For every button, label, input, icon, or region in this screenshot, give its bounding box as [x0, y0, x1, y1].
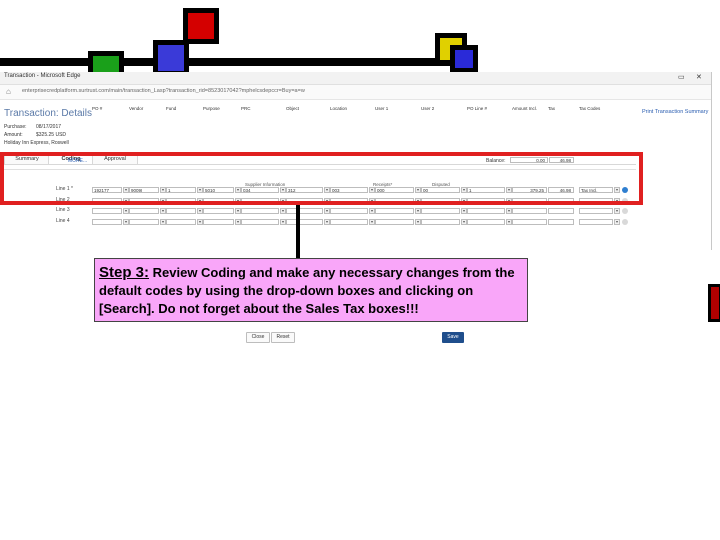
coding-field[interactable]: [548, 208, 574, 214]
radio-icon[interactable]: [622, 208, 628, 214]
coding-field[interactable]: [92, 219, 122, 225]
callout-step: Step 3:: [99, 264, 150, 281]
column-header: Purpose: [203, 106, 220, 111]
column-header: Amount Incl.: [512, 106, 538, 111]
instruction-callout: Step 3: Review Coding and make any neces…: [94, 258, 528, 322]
coding-field[interactable]: [286, 219, 323, 225]
lock-icon: ⌂: [6, 87, 11, 96]
coding-field[interactable]: [421, 208, 460, 214]
column-header: User 2: [421, 106, 435, 111]
purchase-meta: Purchase: 08/17/2017: [4, 124, 62, 130]
row-label: Line 4: [56, 218, 70, 224]
column-header: Vendor: [129, 106, 144, 111]
callout-body: Review Coding and make any necessary cha…: [99, 265, 515, 316]
column-header: PO #: [92, 106, 103, 111]
coding-field[interactable]: [375, 208, 414, 214]
column-header: Location: [330, 106, 348, 111]
decorative-square-blue: [153, 40, 189, 76]
radio-icon[interactable]: [622, 219, 628, 225]
coding-field[interactable]: [512, 208, 547, 214]
decorative-square-red: [183, 8, 219, 44]
coding-field[interactable]: [129, 219, 159, 225]
coding-field[interactable]: [579, 208, 613, 214]
save-button[interactable]: Save: [442, 332, 464, 343]
coding-highlight-box: [0, 152, 643, 205]
coding-field[interactable]: [421, 219, 460, 225]
dropdown-icon[interactable]: ▾: [614, 208, 620, 214]
coding-field[interactable]: [241, 219, 279, 225]
coding-field[interactable]: [330, 208, 368, 214]
decorative-square-darkred: [708, 284, 720, 322]
reset-button[interactable]: Reset: [271, 332, 295, 343]
window-title: Transaction - Microsoft Edge: [4, 73, 81, 79]
column-header: Tax Codes: [579, 106, 601, 111]
restore-icon[interactable]: ▭: [678, 73, 685, 81]
coding-field[interactable]: [286, 208, 323, 214]
coding-field[interactable]: [512, 219, 547, 225]
callout-connector: [296, 205, 300, 261]
dropdown-icon[interactable]: ▾: [614, 219, 620, 225]
title-bar: Transaction - Microsoft Edge ▭ ✕: [0, 72, 711, 85]
merchant-meta: Holiday Inn Express, Roswell: [4, 140, 69, 146]
coding-field[interactable]: [579, 219, 613, 225]
address-bar[interactable]: ⌂ enterprisecredplatform.surtrust.com/ma…: [0, 85, 711, 100]
coding-field[interactable]: [467, 208, 505, 214]
decorative-bar: [0, 58, 478, 66]
coding-field[interactable]: [241, 208, 279, 214]
column-header: User 1: [375, 106, 389, 111]
coding-field[interactable]: [203, 208, 234, 214]
coding-field[interactable]: [166, 219, 196, 225]
column-header: PO Line #: [467, 106, 488, 111]
coding-field[interactable]: [129, 208, 159, 214]
column-header: Tax: [548, 106, 556, 111]
column-header: PRC: [241, 106, 251, 111]
coding-field[interactable]: [548, 219, 574, 225]
print-summary-link[interactable]: Print Transaction Summary: [642, 109, 708, 115]
callout-text: Step 3: Review Coding and make any neces…: [99, 264, 519, 318]
url-text[interactable]: enterprisecredplatform.surtrust.com/main…: [22, 88, 305, 94]
column-header: Object: [286, 106, 300, 111]
page-title: Transaction: Details: [4, 108, 92, 119]
coding-field[interactable]: [330, 219, 368, 225]
decorative-square-blue-small: [450, 45, 478, 73]
amount-meta: Amount: $325.25 USD: [4, 132, 67, 138]
coding-field[interactable]: [203, 219, 234, 225]
close-button[interactable]: Close: [246, 332, 270, 343]
coding-field[interactable]: [375, 219, 414, 225]
coding-field[interactable]: [467, 219, 505, 225]
column-header: Fund: [166, 106, 177, 111]
row-label: Line 3: [56, 207, 70, 213]
close-icon[interactable]: ✕: [696, 73, 702, 81]
coding-field[interactable]: [166, 208, 196, 214]
coding-field[interactable]: [92, 208, 122, 214]
